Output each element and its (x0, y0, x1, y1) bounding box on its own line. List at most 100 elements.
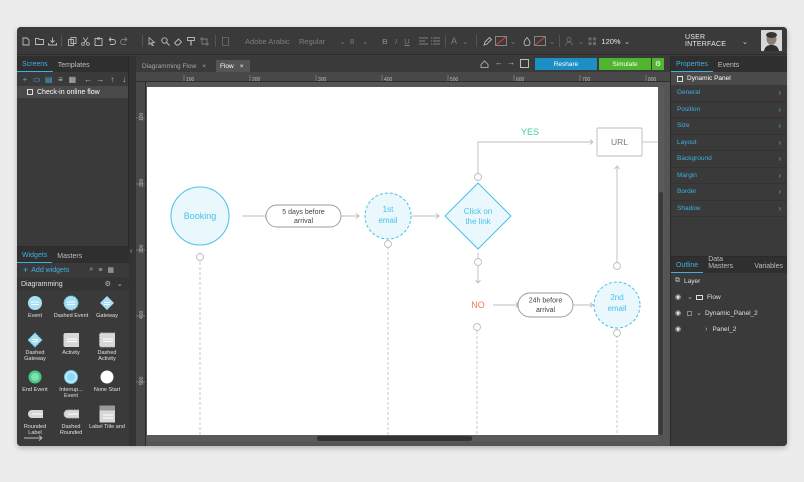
widget-interrupting-event[interactable]: Interrup... Event (53, 365, 89, 402)
cut-icon[interactable] (80, 27, 90, 55)
tab-widgets[interactable]: Widgets (17, 247, 53, 263)
eye-icon[interactable]: ◉ (675, 325, 681, 333)
tab-data-masters[interactable]: Data Masters (703, 256, 749, 273)
font-size-select[interactable]: 8 ⌄ (350, 27, 376, 55)
crop-icon[interactable] (199, 27, 209, 55)
page-icon[interactable] (220, 27, 230, 55)
copy-icon[interactable] (67, 27, 77, 55)
section-shadow[interactable]: Shadow › (671, 201, 787, 217)
preview-icon[interactable] (480, 58, 490, 70)
chevron-down-icon[interactable]: ⌄ (117, 280, 123, 288)
outline-item-flow[interactable]: ◉ ⌄ Flow (671, 289, 787, 305)
tab-variables[interactable]: Variables (749, 257, 787, 273)
vertical-scrollbar[interactable] (658, 87, 664, 435)
node-booking[interactable]: Booking (170, 186, 230, 246)
simulate-settings-button[interactable]: ⚙ (652, 58, 664, 70)
fill-drop-icon[interactable] (522, 27, 532, 55)
connector-arrow-icon[interactable] (23, 429, 45, 446)
widget-end-event[interactable]: End Event (17, 365, 53, 402)
grid-layout-icon[interactable] (587, 27, 597, 55)
collapse-left-icon[interactable]: ‹ (130, 248, 132, 255)
project-selector[interactable]: USER INTERFACE (685, 27, 739, 55)
select-pointer-icon[interactable] (147, 27, 157, 55)
widget-dashed-gateway[interactable]: Dashed Gateway (17, 328, 53, 365)
grid-view-icon[interactable]: ▦ (107, 266, 114, 274)
plus-icon[interactable]: + (23, 265, 28, 275)
chevron-down-icon[interactable]: ⌄ (696, 309, 702, 317)
tab-masters[interactable]: Masters (52, 247, 87, 263)
widget-dashed-rounded[interactable]: Dashed Rounded (53, 402, 89, 439)
arrow-right-icon[interactable]: → (96, 75, 104, 84)
zoom-chevron-down-icon[interactable]: ⌄ (623, 27, 631, 55)
section-size[interactable]: Size › (671, 118, 787, 135)
section-layout[interactable]: Layout › (671, 135, 787, 151)
paste-icon[interactable] (93, 27, 103, 55)
text-color-icon[interactable]: A (449, 27, 459, 55)
canvas[interactable]: Booking 5 days before arrival 1st email … (147, 87, 658, 435)
avatar[interactable] (761, 30, 782, 51)
outline-item-dynamic-panel[interactable]: ◉ ⌄ Dynamic_Panel_2 (671, 305, 787, 321)
arrow-left-icon[interactable]: ← (84, 75, 92, 84)
section-background[interactable]: Background › (671, 151, 787, 168)
fill-color-swatch[interactable] (533, 27, 547, 55)
bold-icon[interactable]: B (380, 27, 390, 55)
line-color-swatch[interactable] (494, 27, 508, 55)
widget-none-start[interactable]: None Start (89, 365, 125, 402)
gear-icon[interactable]: ⚙ (105, 280, 111, 288)
search-icon[interactable]: ⌕ (89, 266, 93, 274)
add-folder-icon[interactable]: ▭ (33, 75, 41, 84)
tab-diagramming-flow[interactable]: Diagramming Flow × (138, 60, 214, 72)
chevron-down-icon[interactable]: ⌄ (509, 27, 517, 55)
outline-layer-row[interactable]: ⧉ Layer (671, 273, 787, 289)
widget-activity[interactable]: Activity (53, 328, 89, 365)
section-margin[interactable]: Margin › (671, 168, 787, 184)
undo-icon[interactable] (106, 27, 116, 55)
forward-arrow-icon[interactable]: → (507, 58, 515, 67)
back-arrow-icon[interactable]: ← (495, 58, 503, 67)
lock-box-icon[interactable] (687, 310, 693, 316)
screen-item-check-in-online-flow[interactable]: Check-in online flow (17, 86, 128, 98)
node-click-on-the-link[interactable]: Click on the link (444, 182, 512, 250)
library-header[interactable]: Diagramming ⚙ ⌄ (17, 277, 129, 291)
close-icon[interactable]: × (202, 63, 206, 70)
fullscreen-icon[interactable] (520, 59, 529, 68)
widget-event[interactable]: Event (17, 291, 53, 328)
close-icon[interactable]: × (240, 63, 244, 70)
tab-events[interactable]: Events (713, 56, 744, 72)
outline-item-panel-2[interactable]: ◉ › Panel_2 (671, 321, 787, 337)
widget-dashed-activity[interactable]: Dashed Activity (89, 328, 125, 365)
horizontal-scrollbar[interactable] (147, 435, 658, 442)
open-icon[interactable] (34, 27, 44, 55)
section-border[interactable]: Border › (671, 184, 787, 201)
chevron-down-icon[interactable]: ⌄ (461, 27, 469, 55)
tab-outline[interactable]: Outline (671, 257, 704, 273)
new-icon[interactable] (21, 27, 31, 55)
users-icon[interactable] (564, 27, 576, 55)
widget-gateway[interactable]: Gateway (89, 291, 125, 328)
project-chevron-down-icon[interactable]: ⌄ (741, 27, 749, 55)
left-collapse-strip[interactable]: ‹ (129, 56, 136, 446)
format-painter-icon[interactable] (186, 27, 196, 55)
widget-dashed-event[interactable]: Dashed Event (53, 291, 89, 328)
import-icon[interactable]: ▤ (45, 75, 53, 84)
node-5-days-before-arrival[interactable]: 5 days before arrival (265, 204, 342, 228)
section-general[interactable]: General › (671, 85, 787, 102)
italic-icon[interactable]: I (391, 27, 401, 55)
chevron-down-icon[interactable]: ⌄ (548, 27, 556, 55)
tab-screens[interactable]: Screens (17, 56, 53, 72)
list-view-icon[interactable]: ≡ (98, 267, 102, 274)
tab-flow[interactable]: Flow × (216, 60, 250, 72)
chevron-down-icon[interactable]: ⌄ (687, 293, 693, 301)
eye-icon[interactable]: ◉ (675, 293, 681, 301)
eye-icon[interactable]: ◉ (675, 309, 681, 317)
font-weight-select[interactable]: Regular ⌄ (299, 27, 346, 55)
node-url[interactable]: URL (596, 127, 643, 157)
arrow-up-icon[interactable]: ↑ (108, 75, 116, 84)
font-family-select[interactable]: Adobe Arabic (245, 27, 297, 55)
section-position[interactable]: Position › (671, 102, 787, 118)
grid-view-icon[interactable]: ▦ (68, 75, 77, 84)
widget-label-title[interactable]: Label Title and (89, 402, 125, 439)
tab-templates[interactable]: Templates (53, 56, 95, 72)
add-screen-icon[interactable]: + (21, 75, 29, 84)
node-24h-before-arrival[interactable]: 24h before arrival (517, 292, 574, 318)
